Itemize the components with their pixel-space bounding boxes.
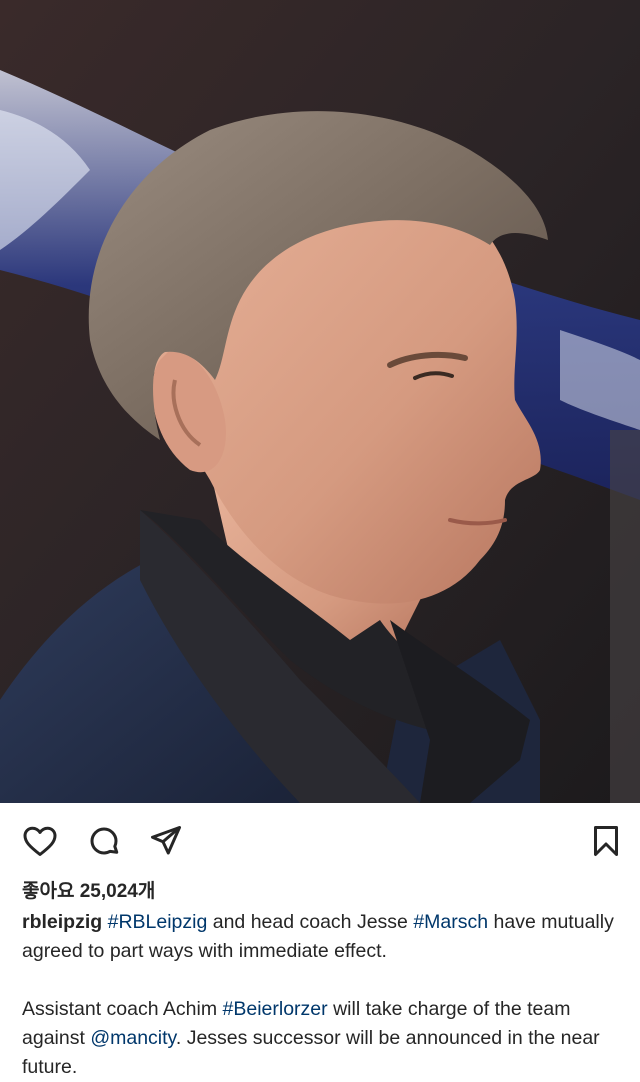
bookmark-icon[interactable] <box>588 823 624 859</box>
caption-username[interactable]: rbleipzig <box>22 911 102 933</box>
post-action-bar <box>0 803 640 875</box>
post-caption: rbleipzig #RBLeipzig and head coach Jess… <box>22 908 622 1082</box>
hashtag-beierlorzer[interactable]: #Beierlorzer <box>223 998 328 1020</box>
likes-number: 25,024 <box>79 881 138 902</box>
caption-text: and head coach Jesse <box>207 911 414 933</box>
coach-portrait-image <box>0 0 640 803</box>
paper-plane-icon[interactable] <box>148 823 184 859</box>
post-photo[interactable] <box>0 0 640 803</box>
hashtag-rbleipzig[interactable]: #RBLeipzig <box>108 911 208 933</box>
caption-paragraph-2: Assistant coach Achim #Beierlorzer will … <box>22 995 622 1082</box>
caption-paragraph-1: rbleipzig #RBLeipzig and head coach Jess… <box>22 908 622 966</box>
mention-mancity[interactable]: @mancity <box>90 1027 176 1049</box>
comment-bubble-icon[interactable] <box>86 823 122 859</box>
likes-count[interactable]: 좋아요 25,024개 <box>22 876 155 903</box>
caption-text: Assistant coach Achim <box>22 998 223 1020</box>
heart-icon[interactable] <box>22 823 58 859</box>
likes-suffix: 개 <box>137 881 156 902</box>
likes-label: 좋아요 <box>22 881 75 902</box>
hashtag-marsch[interactable]: #Marsch <box>413 911 488 933</box>
